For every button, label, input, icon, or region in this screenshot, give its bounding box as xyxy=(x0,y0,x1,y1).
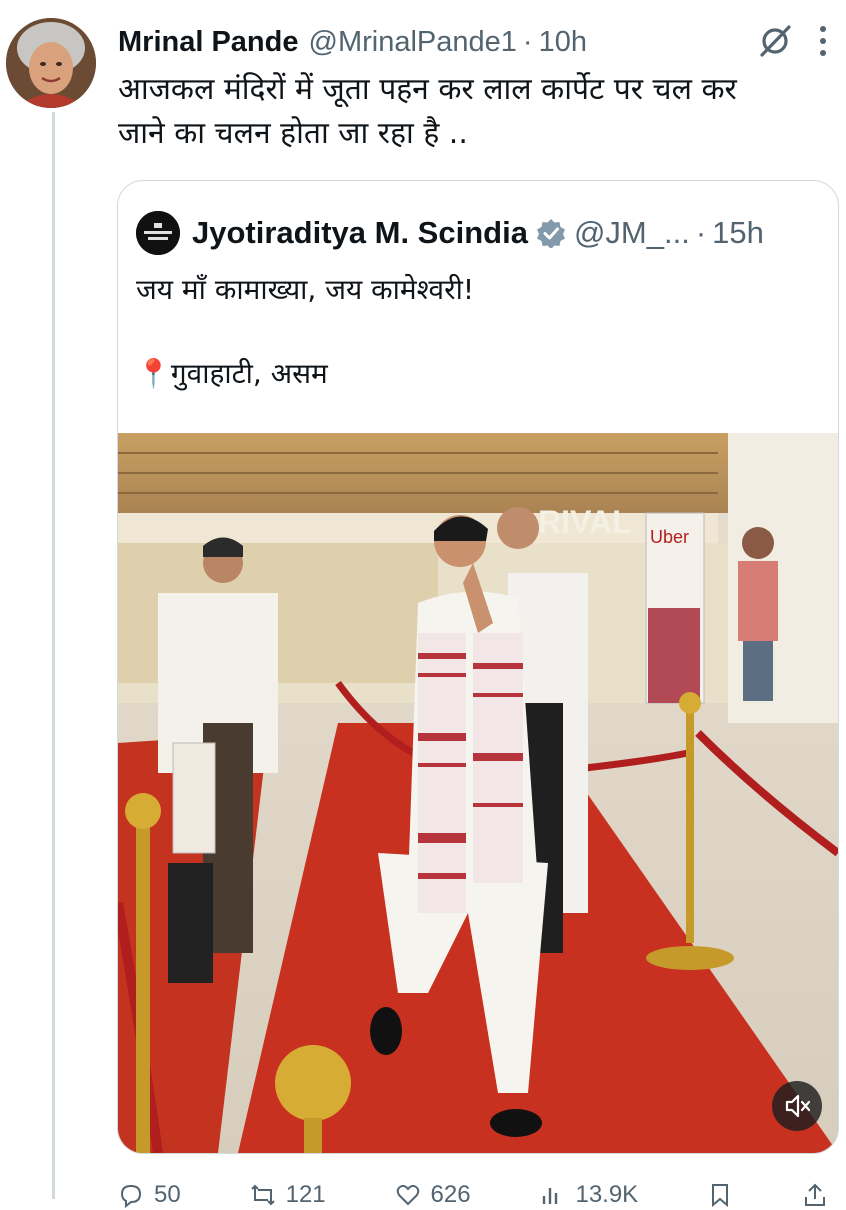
quoted-header: Jyotiraditya M. Scindia @JM_... · 15h xyxy=(136,211,764,255)
like-count: 626 xyxy=(430,1181,471,1208)
quoted-author-handle[interactable]: @JM_... xyxy=(574,215,690,251)
repost-count: 121 xyxy=(285,1181,326,1208)
view-count: 13.9K xyxy=(575,1181,639,1208)
grok-icon[interactable] xyxy=(756,22,794,60)
quoted-author-name[interactable]: Jyotiraditya M. Scindia xyxy=(192,215,528,251)
quoted-timestamp[interactable]: 15h xyxy=(712,215,764,251)
share-icon xyxy=(804,1183,825,1206)
avatar-photo xyxy=(6,18,96,108)
quoted-tweet-photo[interactable]: RIVAL Uber xyxy=(118,433,838,1153)
author-avatar[interactable] xyxy=(6,18,96,108)
tweet-text: आजकल मंदिरों में जूता पहन कर लाल कार्पेट… xyxy=(118,72,737,151)
thread-line xyxy=(52,112,55,1199)
repost-icon xyxy=(250,1184,275,1206)
views-icon xyxy=(543,1188,558,1204)
tweet-actions: 50 121 626 13.9K xyxy=(118,1180,828,1210)
more-icon[interactable] xyxy=(818,24,828,58)
like-icon xyxy=(396,1184,419,1206)
share-button[interactable] xyxy=(802,1180,828,1210)
quoted-author-avatar[interactable] xyxy=(136,211,180,255)
repost-button[interactable]: 121 xyxy=(250,1180,326,1210)
bookmark-icon xyxy=(712,1184,729,1208)
quoted-tweet-text: जय माँ कामाख्या, जय कामेश्वरी! 📍गुवाहाटी… xyxy=(136,273,475,390)
mute-button[interactable] xyxy=(772,1081,822,1131)
quoted-separator-dot: · xyxy=(695,215,707,250)
like-button[interactable]: 626 xyxy=(395,1180,471,1210)
reply-icon xyxy=(120,1184,142,1208)
quoted-tweet[interactable]: Jyotiraditya M. Scindia @JM_... · 15h जय… xyxy=(117,180,839,1154)
bookmark-button[interactable] xyxy=(707,1180,733,1210)
separator-dot: · xyxy=(522,25,533,58)
views-button[interactable]: 13.9K xyxy=(539,1180,638,1210)
tweet-header: Mrinal Pande @MrinalPande1 · 10h xyxy=(118,22,826,62)
author-handle[interactable]: @MrinalPande1 xyxy=(309,26,517,59)
uber-sign: Uber xyxy=(650,527,689,547)
author-name[interactable]: Mrinal Pande xyxy=(118,26,299,59)
mute-icon xyxy=(785,1094,811,1118)
photo-scene: RIVAL Uber xyxy=(118,433,838,1153)
quoted-avatar-logo xyxy=(136,211,180,255)
verified-badge-icon xyxy=(536,219,565,248)
arrival-sign: RIVAL xyxy=(538,504,632,540)
reply-count: 50 xyxy=(154,1181,181,1208)
reply-button[interactable]: 50 xyxy=(118,1180,181,1210)
tweet-timestamp[interactable]: 10h xyxy=(539,26,587,59)
